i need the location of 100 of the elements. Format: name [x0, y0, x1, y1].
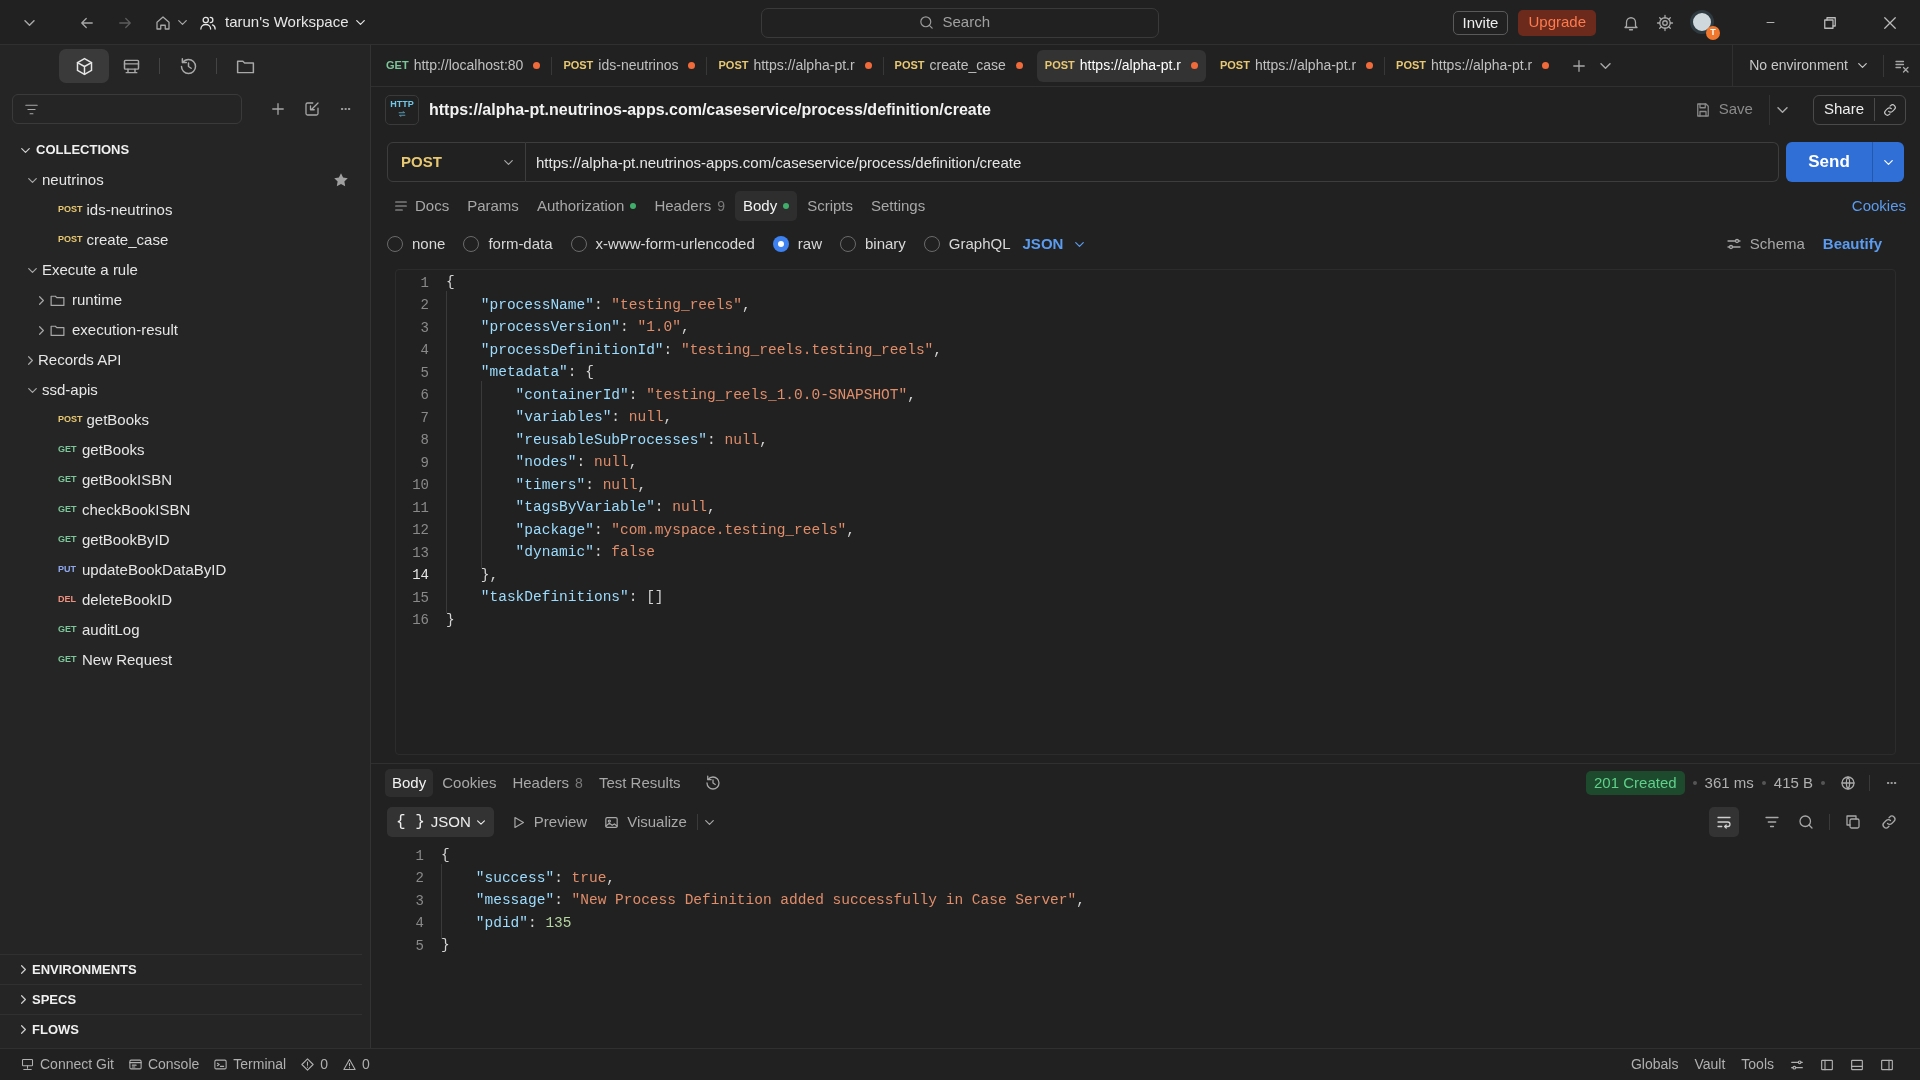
- request-item[interactable]: GET getBooks: [58, 438, 145, 462]
- request-section-tab[interactable]: Settings: [863, 191, 934, 221]
- response-tab[interactable]: Test Results: [591, 769, 688, 797]
- chevron-down-icon: [1884, 159, 1893, 165]
- request-section-tab[interactable]: Scripts: [799, 191, 861, 221]
- section-title[interactable]: FLOWS: [32, 1019, 79, 1040]
- url-field[interactable]: https://alpha-pt.neutrinos-apps.com/caseservice/process/definition/create: [526, 142, 1779, 182]
- filter-field[interactable]: [12, 94, 243, 124]
- collection-name[interactable]: Records API: [38, 348, 350, 372]
- language-select[interactable]: JSON: [1022, 232, 1085, 256]
- cookies-link[interactable]: Cookies: [1851, 194, 1906, 218]
- request-section-tab[interactable]: Authorization: [528, 191, 645, 221]
- request-tab[interactable]: POST https://alpha-pt.r: [710, 49, 880, 82]
- upgrade-button[interactable]: Upgrade: [1518, 9, 1596, 36]
- status-bar-button[interactable]: Tools: [1741, 1054, 1774, 1075]
- request-tab[interactable]: POST ids-neutrinos: [555, 49, 704, 82]
- connect-git-button[interactable]: Connect Git: [20, 1054, 114, 1075]
- chevron-icon[interactable]: [28, 355, 33, 365]
- chevron-icon[interactable]: [39, 325, 44, 335]
- request-section-tab[interactable]: Headers 9: [646, 191, 733, 221]
- star-icon[interactable]: [332, 171, 350, 189]
- search-input[interactable]: Search: [942, 11, 1003, 34]
- body-type-option[interactable]: binary: [839, 232, 906, 256]
- terminal-icon: [213, 1057, 229, 1072]
- response-tab[interactable]: Body: [385, 769, 434, 797]
- status-bar-button[interactable]: Vault: [1694, 1054, 1726, 1075]
- request-item[interactable]: POST ids-neutrinos: [58, 198, 173, 222]
- line-number: 6: [419, 386, 430, 406]
- folder-name[interactable]: runtime: [72, 288, 123, 312]
- folder-name[interactable]: execution-result: [72, 318, 178, 342]
- method-select[interactable]: POST: [387, 142, 526, 182]
- section-title[interactable]: SPECS: [32, 989, 77, 1010]
- response-tab[interactable]: Cookies: [435, 769, 504, 797]
- chevron-icon[interactable]: [28, 267, 37, 273]
- response-tab[interactable]: Headers 8: [505, 769, 590, 797]
- request-item[interactable]: GET auditLog: [58, 618, 140, 642]
- request-section-tab[interactable]: Body: [734, 191, 798, 221]
- body-type-option[interactable]: x-www-form-urlencoded: [570, 232, 755, 256]
- schema-button[interactable]: Schema: [1724, 232, 1805, 256]
- http-badge: HTTP: [385, 94, 419, 125]
- status-bar-button[interactable]: Globals: [1630, 1054, 1679, 1075]
- line-number: 3: [414, 891, 425, 911]
- request-section-tab[interactable]: Params: [459, 191, 527, 221]
- chevron-icon[interactable]: [39, 295, 44, 305]
- url-input[interactable]: https://alpha-pt.neutrinos-apps.com/caseservice/process/definition/create: [536, 150, 1768, 174]
- code-line: "taskDefinitions": []: [446, 587, 664, 610]
- collection-name[interactable]: ssd-apis: [42, 378, 350, 402]
- request-tab[interactable]: POST https://alpha-pt.r: [1036, 49, 1206, 82]
- request-tab[interactable]: POST https://alpha-pt.r: [1388, 49, 1558, 82]
- request-tab[interactable]: POST create_case: [886, 49, 1031, 82]
- format-select[interactable]: { } JSON: [387, 807, 494, 837]
- link-icon: [1882, 101, 1898, 118]
- request-item[interactable]: GET getBookISBN: [58, 468, 173, 492]
- body-type-option[interactable]: raw: [772, 232, 822, 256]
- request-item[interactable]: PUT updateBookDataByID: [58, 558, 227, 582]
- send-button[interactable]: Send: [1786, 142, 1872, 182]
- warning-icon: [342, 1057, 357, 1072]
- console-button[interactable]: Console: [127, 1054, 200, 1075]
- invite-button[interactable]: Invite: [1452, 10, 1509, 35]
- request-item[interactable]: GET New Request: [58, 648, 173, 672]
- search-field[interactable]: Search: [761, 7, 1159, 38]
- warnings-count[interactable]: 0: [342, 1054, 370, 1075]
- request-section-tab[interactable]: Docs: [385, 191, 458, 221]
- chevron-icon[interactable]: [21, 995, 26, 1004]
- workspace-switcher[interactable]: tarun's Workspace: [199, 11, 366, 34]
- list-icon: [393, 198, 409, 214]
- request-tab[interactable]: GET http://localhost:80: [378, 49, 549, 82]
- code-line: {: [441, 846, 450, 866]
- collection-name[interactable]: neutrinos: [42, 168, 332, 192]
- request-item[interactable]: GET checkBookISBN: [58, 498, 191, 522]
- preview-button[interactable]: Preview: [509, 810, 588, 834]
- section-title[interactable]: ENVIRONMENTS: [32, 959, 137, 980]
- beautify-button[interactable]: Beautify: [1822, 232, 1882, 256]
- request-title: https://alpha-pt.neutrinos-apps.com/caseservice/process/definition/create: [429, 99, 992, 120]
- save-button[interactable]: Save: [1687, 98, 1759, 121]
- section-title: COLLECTIONS: [36, 141, 130, 160]
- chevron-icon[interactable]: [28, 177, 37, 183]
- body-type-option[interactable]: GraphQL: [923, 232, 1011, 256]
- request-item[interactable]: DEL deleteBookID: [58, 588, 173, 612]
- avatar[interactable]: [1690, 9, 1714, 34]
- body-type-option[interactable]: none: [387, 232, 446, 256]
- request-item[interactable]: POST getBooks: [58, 408, 150, 432]
- body-type-option[interactable]: form-data: [463, 232, 553, 256]
- environment-selector[interactable]: No environment: [1733, 55, 1883, 76]
- request-item[interactable]: POST create_case: [58, 228, 169, 252]
- visualize-button[interactable]: Visualize: [603, 810, 687, 834]
- chevron-icon[interactable]: [178, 20, 187, 25]
- wrap-icon[interactable]: [1709, 807, 1739, 837]
- chevron-icon[interactable]: [28, 387, 37, 393]
- chevron-icon[interactable]: [21, 1025, 26, 1034]
- request-item[interactable]: GET getBookByID: [58, 528, 170, 552]
- chevron-icon[interactable]: [21, 965, 26, 974]
- response-size: 415 B: [1773, 772, 1813, 793]
- terminal-button[interactable]: Terminal: [213, 1054, 287, 1075]
- errors-count[interactable]: 0: [300, 1054, 328, 1075]
- chevron-icon[interactable]: [21, 147, 30, 153]
- collection-name[interactable]: Execute a rule: [42, 258, 350, 282]
- request-tab[interactable]: POST https://alpha-pt.r: [1211, 49, 1382, 82]
- monitor-icon: [20, 1057, 35, 1072]
- collections-icon[interactable]: [59, 49, 109, 83]
